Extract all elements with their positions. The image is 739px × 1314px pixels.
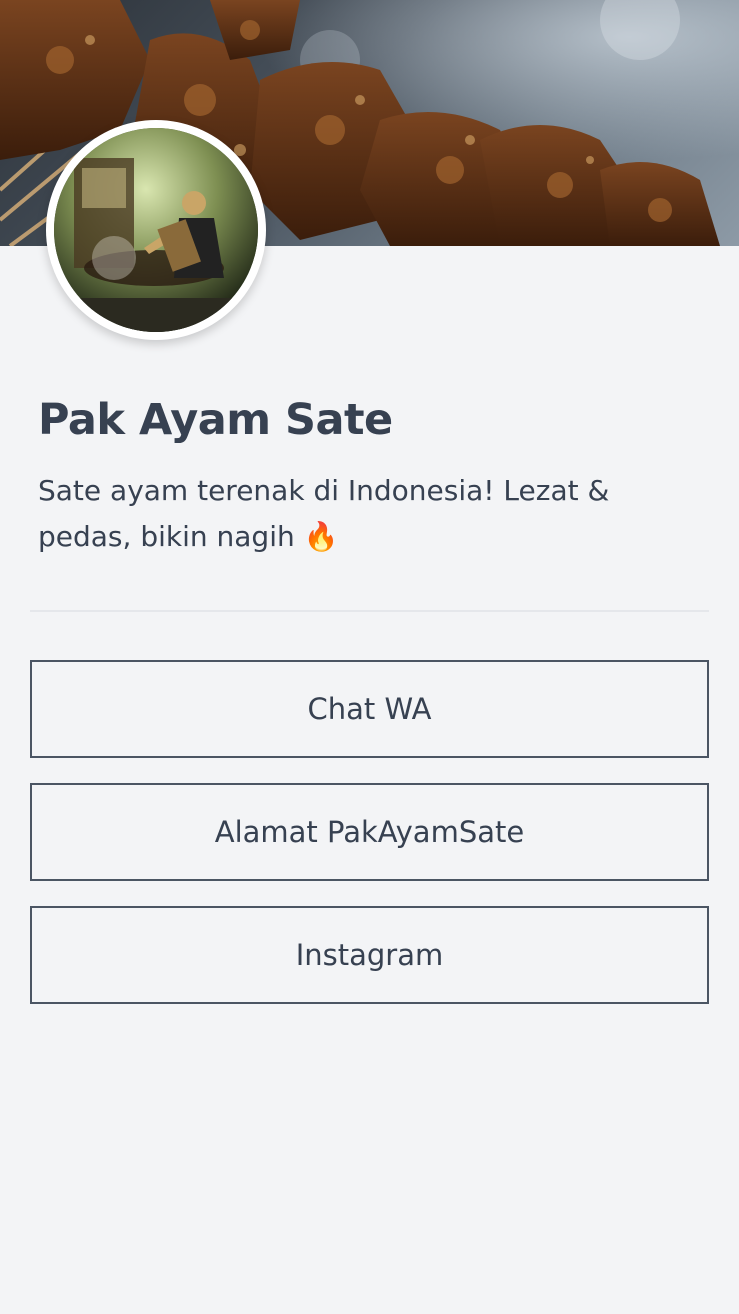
- chat-wa-button[interactable]: Chat WA: [30, 660, 709, 758]
- profile-avatar: [46, 120, 266, 340]
- divider: [30, 610, 709, 612]
- fire-emoji-icon: 🔥: [303, 520, 339, 553]
- address-button[interactable]: Alamat PakAyamSate: [30, 783, 709, 881]
- profile-name: Pak Ayam Sate: [38, 395, 393, 445]
- instagram-button[interactable]: Instagram: [30, 906, 709, 1004]
- profile-bio: Sate ayam terenak di Indonesia! Lezat & …: [38, 468, 708, 560]
